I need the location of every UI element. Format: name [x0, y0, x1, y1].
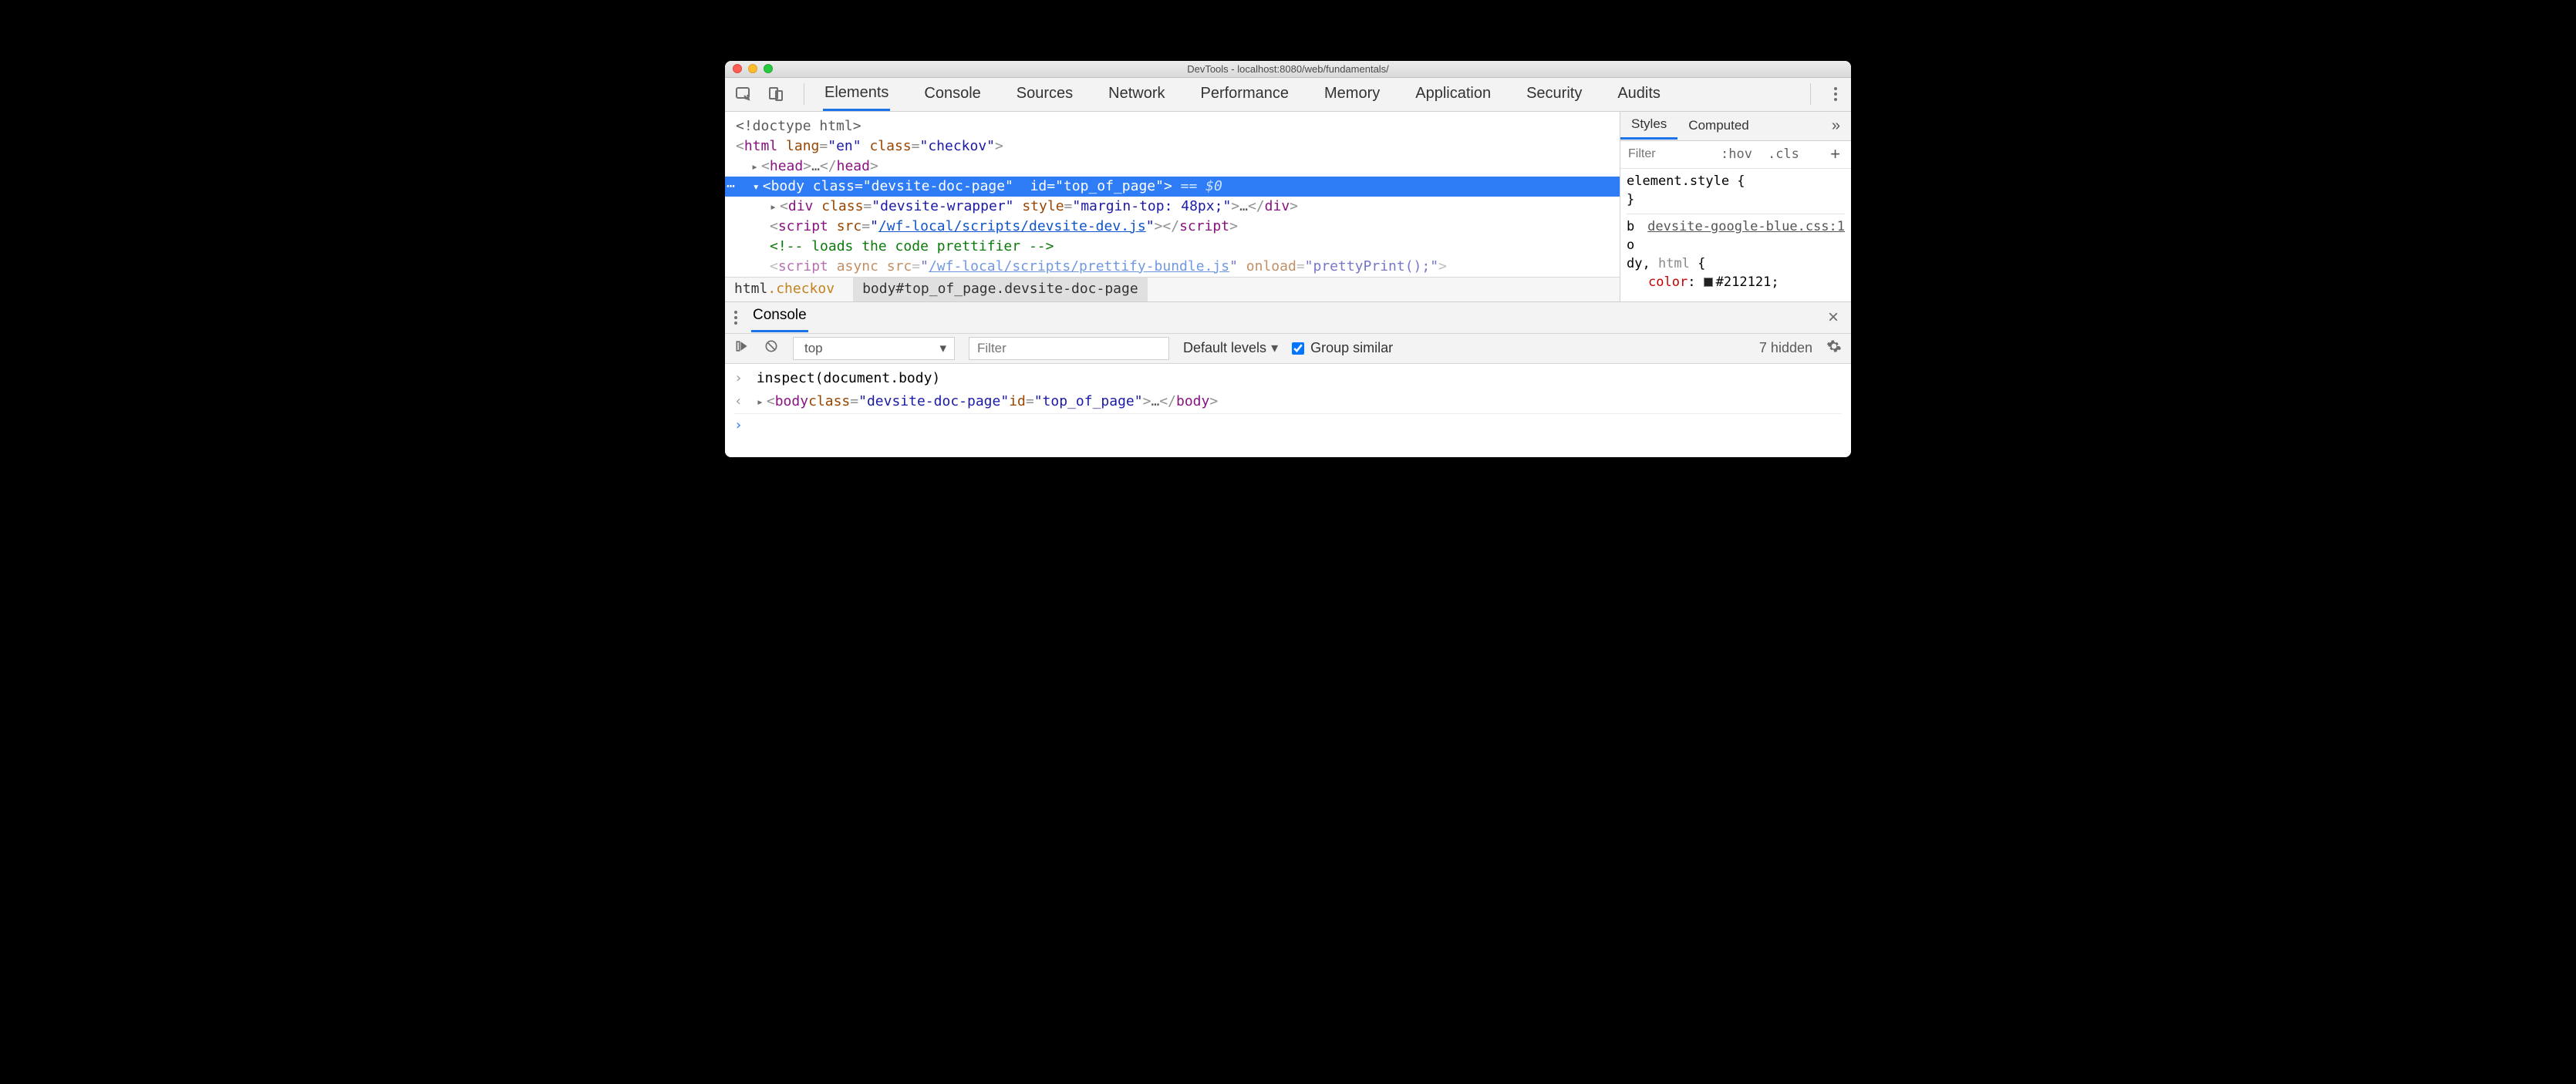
- color-swatch-icon[interactable]: [1704, 278, 1713, 287]
- log-levels-selector[interactable]: Default levels: [1183, 340, 1278, 356]
- dom-line-selected[interactable]: ⋯ <body class="devsite-doc-page" id="top…: [725, 177, 1620, 197]
- new-rule-icon[interactable]: +: [1819, 144, 1851, 164]
- close-icon[interactable]: [733, 64, 742, 73]
- zoom-icon[interactable]: [764, 64, 773, 73]
- console-row[interactable]: ‹ <body class="devsite-doc-page" id="top…: [734, 390, 1842, 414]
- main-toolbar: Elements Console Sources Network Perform…: [725, 78, 1851, 112]
- tab-memory[interactable]: Memory: [1323, 79, 1381, 109]
- drawer-more-icon[interactable]: [734, 311, 737, 325]
- styles-filter-input[interactable]: [1620, 144, 1713, 164]
- clear-console-icon[interactable]: [764, 338, 779, 358]
- traffic-lights: [733, 64, 773, 73]
- drawer-close-icon[interactable]: ×: [1825, 307, 1842, 328]
- tab-console[interactable]: Console: [922, 79, 982, 109]
- tab-audits[interactable]: Audits: [1616, 79, 1662, 109]
- dom-line[interactable]: <html lang="en" class="checkov">: [736, 136, 1620, 157]
- dom-line[interactable]: <!doctype html>: [736, 116, 1620, 136]
- dom-line[interactable]: <head>…</head>: [736, 157, 1620, 177]
- hov-toggle[interactable]: :hov: [1713, 146, 1760, 162]
- tab-performance[interactable]: Performance: [1199, 79, 1291, 109]
- drawer-tab-console[interactable]: Console: [751, 302, 808, 332]
- dom-line[interactable]: <div class="devsite-wrapper" style="marg…: [736, 197, 1620, 217]
- breadcrumb: html.checkov body#top_of_page.devsite-do…: [725, 277, 1620, 301]
- console-drawer: Console × top Default levels Group simil…: [725, 301, 1851, 457]
- console-row[interactable]: › inspect(document.body): [734, 367, 1842, 390]
- crumb-html[interactable]: html.checkov: [725, 278, 853, 301]
- dom-tree[interactable]: <!doctype html> <html lang="en" class="c…: [725, 112, 1620, 301]
- cls-toggle[interactable]: .cls: [1760, 146, 1807, 162]
- console-toolbar: top Default levels Group similar 7 hidde…: [725, 333, 1851, 364]
- side-tab-styles[interactable]: Styles: [1620, 112, 1677, 140]
- elements-panel: <!doctype html> <html lang="en" class="c…: [725, 112, 1851, 301]
- console-settings-icon[interactable]: [1826, 338, 1842, 358]
- window-title: DevTools - localhost:8080/web/fundamenta…: [725, 63, 1851, 75]
- styles-toolbar: :hov .cls +: [1620, 141, 1851, 169]
- group-similar-checkbox[interactable]: Group similar: [1292, 340, 1393, 356]
- rule-body-html[interactable]: bdevsite-google-blue.css:1 o dy, html { …: [1627, 214, 1845, 291]
- step-icon[interactable]: [734, 338, 750, 358]
- side-tab-computed[interactable]: Computed: [1677, 113, 1759, 139]
- drawer-tabs: Console ×: [725, 302, 1851, 333]
- style-rules[interactable]: element.style { } bdevsite-google-blue.c…: [1620, 169, 1851, 298]
- tab-security[interactable]: Security: [1525, 79, 1583, 109]
- sidebar-tabs: Styles Computed »: [1620, 112, 1851, 141]
- minimize-icon[interactable]: [748, 64, 757, 73]
- rule-element-style[interactable]: element.style { }: [1627, 172, 1845, 209]
- dom-line[interactable]: <script src="/wf-local/scripts/devsite-d…: [736, 217, 1620, 237]
- crumb-body[interactable]: body#top_of_page.devsite-doc-page: [853, 278, 1148, 301]
- device-toggle-icon[interactable]: [767, 85, 785, 103]
- styles-sidebar: Styles Computed » :hov .cls + element.st…: [1620, 112, 1851, 301]
- console-filter-input[interactable]: [969, 337, 1169, 360]
- inspect-icon[interactable]: [734, 85, 753, 103]
- titlebar: DevTools - localhost:8080/web/fundamenta…: [725, 61, 1851, 78]
- console-output[interactable]: › inspect(document.body) ‹ <body class="…: [725, 364, 1851, 457]
- tab-sources[interactable]: Sources: [1015, 79, 1074, 109]
- tab-network[interactable]: Network: [1107, 79, 1166, 109]
- dom-line[interactable]: <script async src="/wf-local/scripts/pre…: [736, 257, 1620, 277]
- panel-tabs: Elements Console Sources Network Perform…: [823, 78, 1662, 111]
- devtools-window: DevTools - localhost:8080/web/fundamenta…: [725, 61, 1851, 457]
- more-icon[interactable]: [1829, 87, 1842, 101]
- hidden-count[interactable]: 7 hidden: [1759, 340, 1812, 356]
- rule-origin-link[interactable]: devsite-google-blue.css:1: [1647, 217, 1845, 236]
- separator: [1810, 83, 1811, 105]
- console-prompt[interactable]: ›: [734, 414, 1842, 437]
- context-selector[interactable]: top: [793, 337, 955, 360]
- tab-application[interactable]: Application: [1414, 79, 1492, 109]
- tab-elements[interactable]: Elements: [823, 78, 890, 111]
- side-tab-more-icon[interactable]: »: [1821, 117, 1851, 135]
- dom-line[interactable]: <!-- loads the code prettifier -->: [736, 237, 1620, 257]
